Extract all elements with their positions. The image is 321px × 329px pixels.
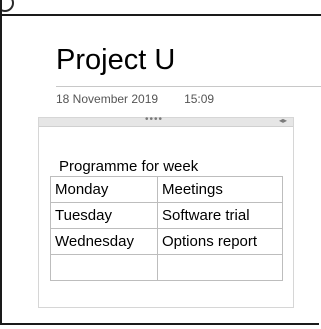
window-top-bar [2,0,321,16]
table-cell-day[interactable]: Tuesday [50,202,158,229]
page-date-time: 18 November 2019 15:09 [56,92,214,106]
table-cell-task[interactable]: Options report [157,228,283,255]
table-row: Tuesday Software trial [50,202,283,229]
table-cell-task[interactable]: Software trial [157,202,283,229]
onenote-page-window: Project U 18 November 2019 15:09 •••• ◂▸ … [0,0,321,325]
page-title[interactable]: Project U [56,44,175,77]
title-divider [56,86,321,87]
note-container-handle[interactable]: •••• ◂▸ [39,114,293,127]
resize-arrows-icon[interactable]: ◂▸ [279,115,287,127]
circle-icon[interactable] [2,0,14,12]
table-cell-task[interactable] [157,254,283,281]
drag-handle-icon[interactable]: •••• [145,114,163,126]
table-row: Wednesday Options report [50,228,283,255]
table-row [50,254,283,281]
table-cell-day[interactable] [50,254,158,281]
table-heading[interactable]: Programme for week [59,158,198,175]
note-container[interactable]: •••• ◂▸ Programme for week Monday Meetin… [38,114,294,308]
table-cell-day[interactable]: Wednesday [50,228,158,255]
table-row: Monday Meetings [50,176,283,203]
page-date: 18 November 2019 [56,92,159,106]
table-cell-day[interactable]: Monday [50,176,158,203]
programme-table: Monday Meetings Tuesday Software trial W… [50,176,283,281]
table-cell-task[interactable]: Meetings [157,176,283,203]
page-time: 15:09 [184,92,215,106]
